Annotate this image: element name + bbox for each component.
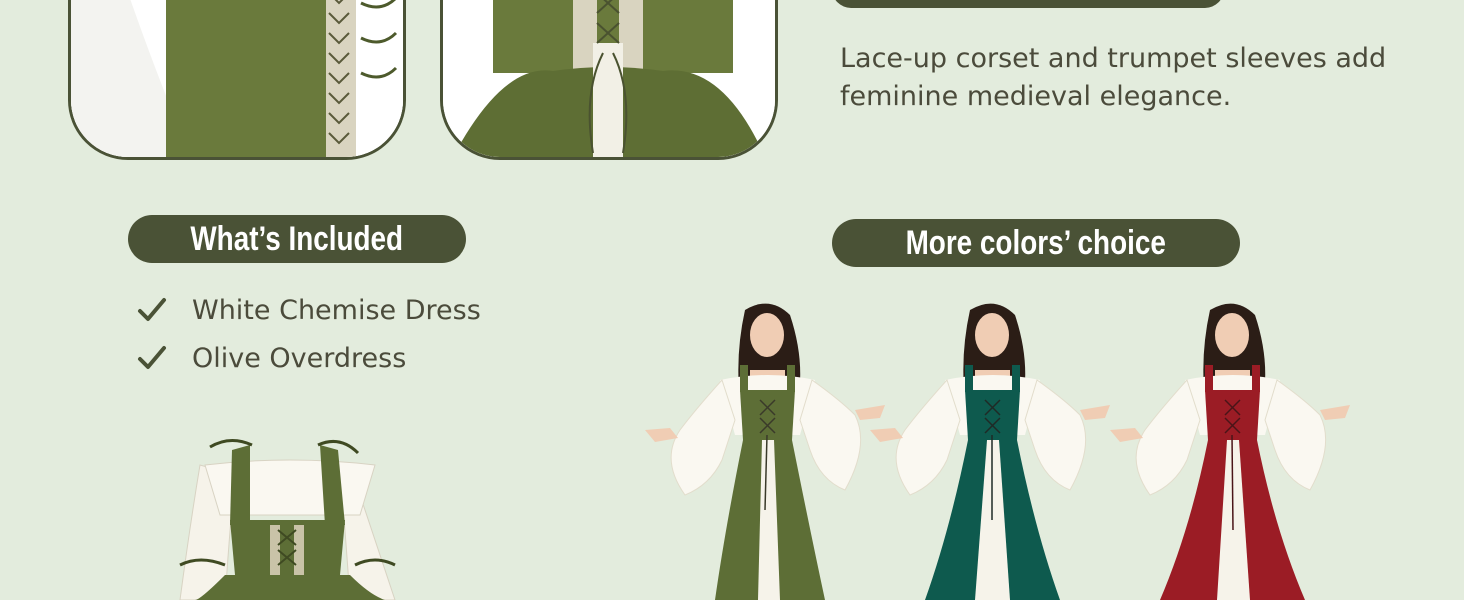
side-lacing-detail-image — [68, 0, 406, 160]
whats-included-heading: What’s Included — [128, 215, 466, 263]
included-item-label: Olive Overdress — [192, 342, 407, 374]
included-item-chemise: White Chemise Dress — [136, 290, 481, 330]
model-burgundy-dress-image — [1110, 303, 1350, 600]
more-colors-heading: More colors’ choice — [832, 219, 1240, 267]
feature-description-line-2: feminine medieval elegance. — [840, 81, 1232, 112]
included-item-label: White Chemise Dress — [192, 294, 481, 326]
whats-included-heading-text: What’s Included — [190, 219, 404, 258]
feature-description: Lace-up corset and trumpet sleeves add f… — [840, 40, 1400, 116]
more-colors-heading-text: More colors’ choice — [905, 223, 1167, 262]
checkmark-icon — [138, 298, 166, 321]
checkmark-icon — [138, 346, 166, 369]
model-teal-dress-image — [870, 303, 1110, 600]
back-lacing-detail-image — [440, 0, 778, 160]
feature-heading-pill — [832, 0, 1224, 8]
included-item-overdress: Olive Overdress — [136, 338, 406, 378]
dress-flatlay-image — [179, 439, 396, 600]
model-olive-dress-image — [645, 303, 885, 600]
feature-description-line-1: Lace-up corset and trumpet sleeves add — [840, 43, 1387, 74]
